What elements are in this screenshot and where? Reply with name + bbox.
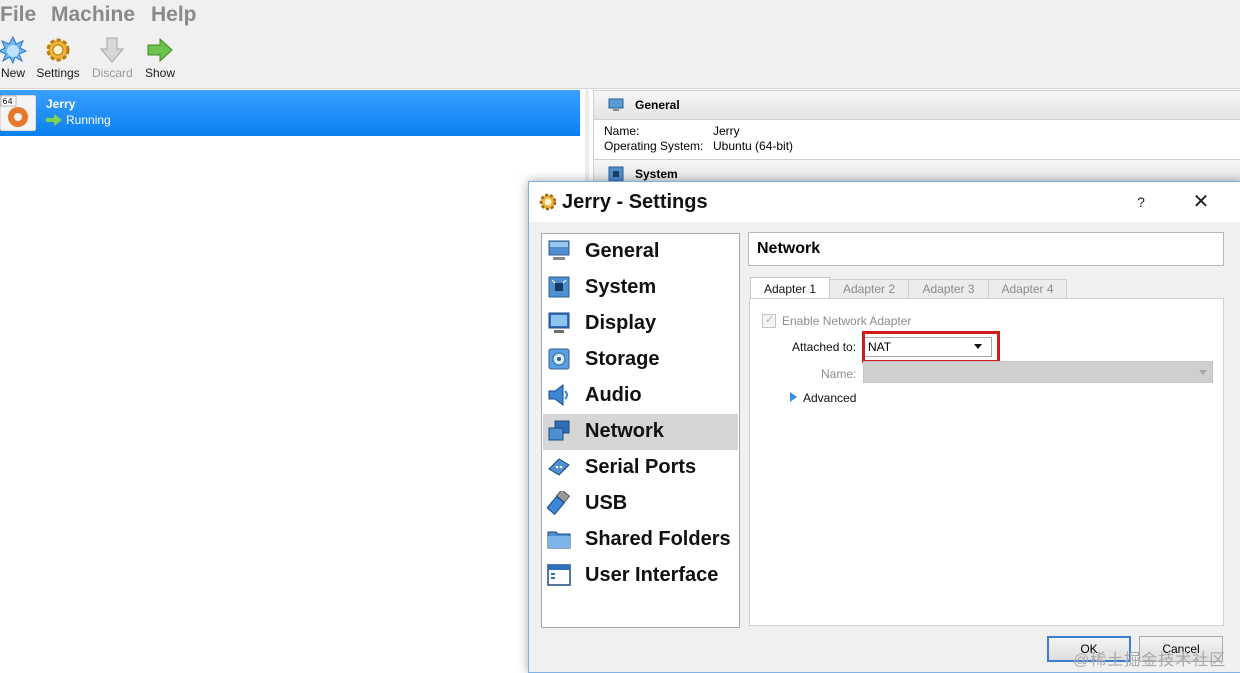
vm-state: Running <box>46 113 111 127</box>
nav-label: System <box>585 276 657 298</box>
monitor-general-icon <box>608 98 624 111</box>
network-icon <box>548 420 570 441</box>
enable-adapter-label: Enable Network Adapter <box>782 314 912 328</box>
name-value: Jerry <box>713 124 740 138</box>
system-section-title: System <box>635 167 678 181</box>
show-button[interactable]: Show <box>144 36 176 80</box>
nav-item-general[interactable]: General <box>543 234 738 270</box>
window-icon <box>547 564 571 586</box>
nav-item-serial-ports[interactable]: Serial Ports <box>543 450 738 486</box>
monitor-general-icon <box>548 240 570 260</box>
help-button[interactable]: ? <box>1129 190 1153 214</box>
nav-label: USB <box>585 492 628 514</box>
nav-item-system[interactable]: System <box>543 270 738 306</box>
settings-label: Settings <box>36 66 80 80</box>
nav-item-audio[interactable]: Audio <box>543 378 738 414</box>
menu-machine[interactable]: Machine <box>51 3 135 27</box>
advanced-toggle[interactable]: Advanced <box>803 391 856 405</box>
nav-item-display[interactable]: Display <box>543 306 738 342</box>
checkmark-icon: ✓ <box>765 314 775 326</box>
chevron-down-icon <box>1199 370 1207 375</box>
nav-label: Serial Ports <box>585 456 697 478</box>
nav-item-user-interface[interactable]: User Interface <box>543 558 738 594</box>
dialog-titlebar[interactable]: Jerry - Settings ? ✕ <box>529 182 1240 222</box>
speaker-icon <box>548 384 568 406</box>
display-icon <box>548 312 570 333</box>
usb-icon <box>547 491 571 515</box>
os-row: Operating System: Ubuntu (64-bit) <box>604 139 793 153</box>
down-arrow-icon <box>99 37 125 63</box>
discard-button[interactable]: Discard <box>92 36 133 80</box>
name-row: Name: Jerry <box>604 124 740 138</box>
new-label: New <box>0 66 25 80</box>
red-highlight-box <box>862 331 1000 363</box>
nav-label: Storage <box>585 348 660 370</box>
nav-item-usb[interactable]: USB <box>543 486 738 522</box>
right-arrow-icon <box>147 37 173 63</box>
nav-label: Network <box>585 420 664 442</box>
dialog-title: Jerry - Settings <box>562 191 708 213</box>
toolbar: New Settings Discard Show <box>0 32 1240 89</box>
tab-adapter-1[interactable]: Adapter 1 <box>750 277 830 299</box>
os-key: Operating System: <box>604 139 704 153</box>
arch-badge: 64 <box>3 97 13 106</box>
nav-item-network[interactable]: Network <box>543 414 738 450</box>
show-label: Show <box>144 66 176 80</box>
disk-icon <box>548 348 570 370</box>
os-value: Ubuntu (64-bit) <box>713 139 794 153</box>
settings-dialog: Jerry - Settings ? ✕ General System Disp… <box>528 181 1240 673</box>
running-arrow-icon <box>46 114 62 126</box>
nav-label: General <box>585 240 660 262</box>
menu-help[interactable]: Help <box>151 3 197 27</box>
general-section-body: Name: Jerry Operating System: Ubuntu (64-b… <box>593 120 1240 160</box>
tab-adapter-3[interactable]: Adapter 3 <box>908 279 989 299</box>
settings-button[interactable]: Settings <box>36 36 80 80</box>
tab-adapter-2[interactable]: Adapter 2 <box>829 279 909 299</box>
gear-icon <box>46 38 70 62</box>
nav-label: Shared Folders <box>585 528 731 550</box>
nav-item-shared-folders[interactable]: Shared Folders <box>543 522 738 558</box>
folder-icon <box>547 531 571 549</box>
expand-arrow-icon[interactable] <box>790 392 797 402</box>
name-select[interactable] <box>863 361 1213 383</box>
nav-item-storage[interactable]: Storage <box>543 342 738 378</box>
starburst-new-icon <box>0 36 27 64</box>
discard-label: Discard <box>92 66 133 80</box>
chip-icon <box>608 166 624 182</box>
general-section-header[interactable]: General <box>593 90 1240 120</box>
vm-state-label: Running <box>66 113 111 127</box>
vm-list: 64 Jerry Running <box>0 89 585 671</box>
general-section-title: General <box>635 98 680 112</box>
nav-label: Display <box>585 312 657 334</box>
watermark: @稀土掘金技术社区 <box>1073 652 1227 669</box>
enable-adapter-checkbox[interactable]: ✓ <box>762 314 776 328</box>
name-key: Name: <box>604 124 640 138</box>
gear-icon <box>539 193 557 211</box>
adapter-tab-pane: ✓ Enable Network Adapter Attached to: NA… <box>749 298 1224 626</box>
attached-to-label: Attached to: <box>792 340 857 354</box>
page-title-box: Network <box>748 232 1224 266</box>
tab-adapter-4[interactable]: Adapter 4 <box>988 279 1067 299</box>
page-title: Network <box>757 240 821 257</box>
menu-bar: File Machine Help <box>0 0 1240 32</box>
nav-label: Audio <box>585 384 642 406</box>
new-button[interactable]: New <box>0 36 28 80</box>
nav-label: User Interface <box>585 564 719 586</box>
close-button[interactable]: ✕ <box>1189 190 1213 214</box>
vm-list-item[interactable]: 64 Jerry Running <box>0 90 580 136</box>
settings-nav: General System Display Storage Audio Net… <box>541 233 740 628</box>
chip-icon <box>548 276 570 298</box>
serial-port-icon <box>548 458 570 476</box>
ubuntu-os-icon: 64 <box>0 95 36 131</box>
name-label: Name: <box>821 367 857 381</box>
menu-file[interactable]: File <box>0 3 36 27</box>
vm-name: Jerry <box>46 97 76 111</box>
